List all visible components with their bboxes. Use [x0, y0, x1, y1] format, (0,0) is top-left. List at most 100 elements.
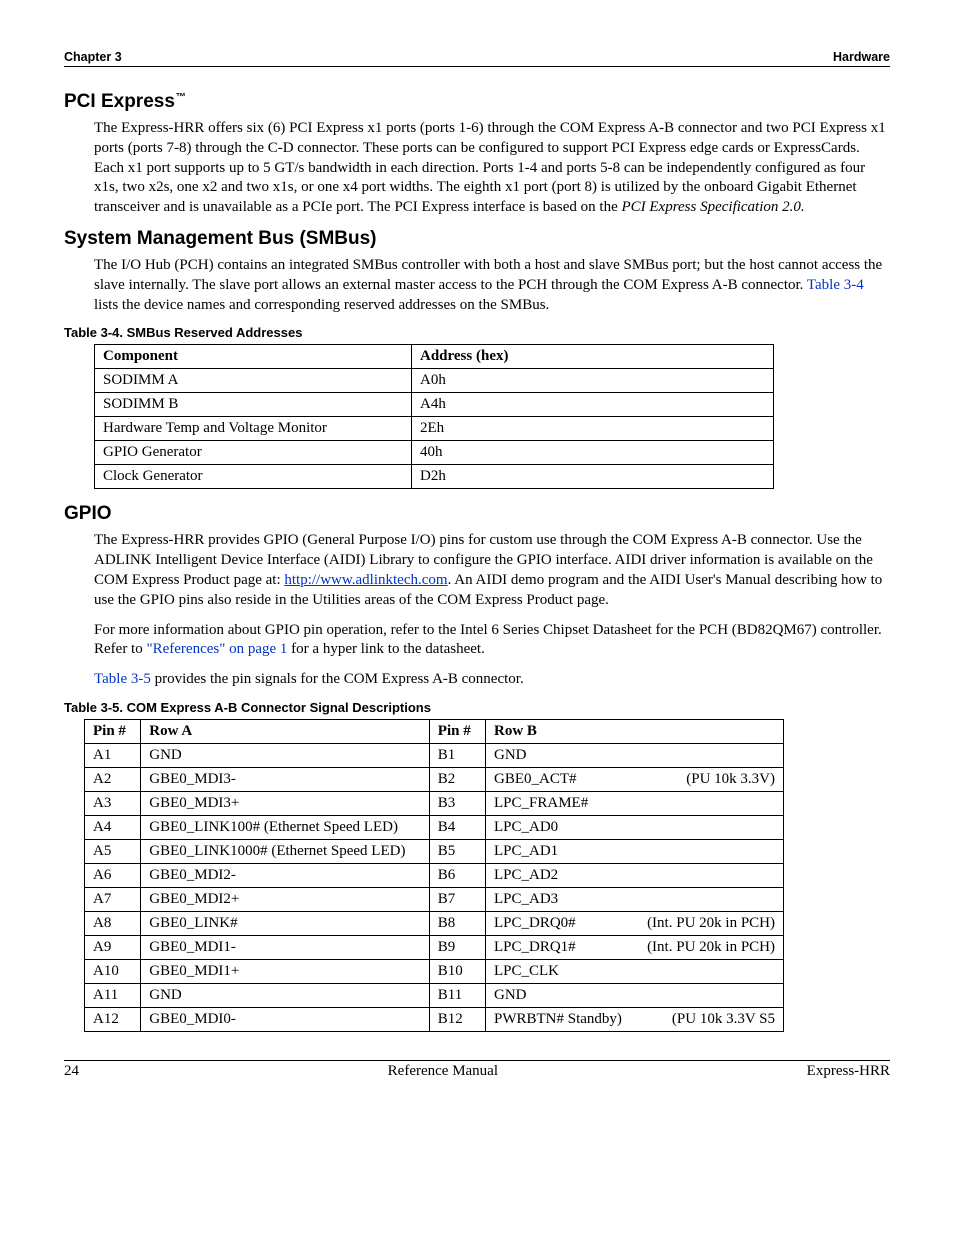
references-link[interactable]: "References" on page 1	[146, 641, 287, 657]
spec-name: PCI Express Specification 2.0.	[621, 199, 804, 215]
row-a-cell: GBE0_MDI0-	[141, 1007, 430, 1031]
table-cell: Clock Generator	[95, 465, 412, 489]
table-cell: 2Eh	[412, 417, 774, 441]
row-b-cell: LPC_AD2	[486, 863, 784, 887]
row-b-cell: LPC_CLK	[486, 959, 784, 983]
table-3-4-link[interactable]: Table 3-4	[807, 277, 864, 293]
paragraph-gpio-1: The Express-HRR provides GPIO (General P…	[94, 531, 890, 610]
table-row: A3GBE0_MDI3+B3LPC_FRAME#	[85, 791, 784, 815]
heading-smbus: System Management Bus (SMBus)	[64, 228, 890, 250]
paragraph-gpio-3: Table 3-5 provides the pin signals for t…	[94, 670, 890, 690]
table-smbus-addresses: Component Address (hex) SODIMM AA0hSODIM…	[94, 344, 774, 489]
pin-b-cell: B6	[429, 863, 485, 887]
table-row: A10GBE0_MDI1+B10LPC_CLK	[85, 959, 784, 983]
col-row-a: Row A	[141, 719, 430, 743]
table-row: GPIO Generator40h	[95, 441, 774, 465]
table-cell: GPIO Generator	[95, 441, 412, 465]
pin-b-cell: B9	[429, 935, 485, 959]
text: provides the pin signals for the COM Exp…	[151, 671, 524, 687]
page-header: Chapter 3 Hardware	[64, 50, 890, 67]
table-3-5-link[interactable]: Table 3-5	[94, 671, 151, 687]
table-cell: SODIMM A	[95, 369, 412, 393]
row-a-cell: GBE0_MDI3-	[141, 767, 430, 791]
page-number: 24	[64, 1063, 79, 1080]
signal-note: (Int. PU 20k in PCH)	[647, 915, 775, 932]
table-row: A6GBE0_MDI2-B6LPC_AD2	[85, 863, 784, 887]
heading-gpio: GPIO	[64, 503, 890, 525]
table-row: SODIMM BA4h	[95, 393, 774, 417]
row-b-cell: PWRBTN# Standby)(PU 10k 3.3V S5	[486, 1007, 784, 1031]
pin-a-cell: A6	[85, 863, 141, 887]
pin-b-cell: B7	[429, 887, 485, 911]
heading-text: PCI Express	[64, 91, 175, 112]
row-b-cell: GND	[486, 743, 784, 767]
header-section: Hardware	[833, 50, 890, 64]
paragraph-smbus: The I/O Hub (PCH) contains an integrated…	[94, 256, 890, 315]
row-a-cell: GBE0_LINK100# (Ethernet Speed LED)	[141, 815, 430, 839]
footer-title: Reference Manual	[388, 1063, 498, 1080]
row-a-cell: GBE0_LINK1000# (Ethernet Speed LED)	[141, 839, 430, 863]
footer-product: Express-HRR	[807, 1063, 890, 1080]
table-row: Hardware Temp and Voltage Monitor2Eh	[95, 417, 774, 441]
table-connector-signals: Pin # Row A Pin # Row B A1GNDB1GNDA2GBE0…	[84, 719, 784, 1032]
paragraph-gpio-2: For more information about GPIO pin oper…	[94, 621, 890, 661]
pin-b-cell: B10	[429, 959, 485, 983]
pin-a-cell: A3	[85, 791, 141, 815]
table-cell: Hardware Temp and Voltage Monitor	[95, 417, 412, 441]
pin-b-cell: B11	[429, 983, 485, 1007]
pin-a-cell: A8	[85, 911, 141, 935]
row-a-cell: GBE0_MDI1-	[141, 935, 430, 959]
table-row: A4GBE0_LINK100# (Ethernet Speed LED)B4LP…	[85, 815, 784, 839]
pin-b-cell: B5	[429, 839, 485, 863]
table-3-5-caption: Table 3-5. COM Express A-B Connector Sig…	[64, 700, 890, 715]
heading-pci-express: PCI Express™	[64, 91, 890, 113]
row-b-cell: LPC_AD3	[486, 887, 784, 911]
row-a-cell: GND	[141, 743, 430, 767]
table-header-row: Component Address (hex)	[95, 345, 774, 369]
table-cell: 40h	[412, 441, 774, 465]
table-row: A1GNDB1GND	[85, 743, 784, 767]
text: The I/O Hub (PCH) contains an integrated…	[94, 257, 882, 293]
pin-b-cell: B12	[429, 1007, 485, 1031]
pin-a-cell: A4	[85, 815, 141, 839]
row-b-cell: GBE0_ACT#(PU 10k 3.3V)	[486, 767, 784, 791]
signal-note: (Int. PU 20k in PCH)	[647, 939, 775, 956]
table-3-4-caption: Table 3-4. SMBus Reserved Addresses	[64, 325, 890, 340]
page-footer: 24 Reference Manual Express-HRR	[64, 1060, 890, 1080]
row-a-cell: GBE0_MDI2-	[141, 863, 430, 887]
pin-a-cell: A7	[85, 887, 141, 911]
table-header-row: Pin # Row A Pin # Row B	[85, 719, 784, 743]
adlink-url-link[interactable]: http://www.adlinktech.com	[284, 572, 447, 588]
table-row: A5GBE0_LINK1000# (Ethernet Speed LED)B5L…	[85, 839, 784, 863]
text: lists the device names and corresponding…	[94, 297, 549, 313]
pin-a-cell: A9	[85, 935, 141, 959]
table-row: A8GBE0_LINK#B8LPC_DRQ0#(Int. PU 20k in P…	[85, 911, 784, 935]
pin-b-cell: B8	[429, 911, 485, 935]
row-b-cell: GND	[486, 983, 784, 1007]
pin-b-cell: B4	[429, 815, 485, 839]
row-b-cell: LPC_DRQ0#(Int. PU 20k in PCH)	[486, 911, 784, 935]
text: for a hyper link to the datasheet.	[287, 641, 484, 657]
trademark-symbol: ™	[176, 92, 186, 103]
paragraph-pci-express: The Express-HRR offers six (6) PCI Expre…	[94, 119, 890, 218]
row-b-cell: LPC_DRQ1#(Int. PU 20k in PCH)	[486, 935, 784, 959]
table-row: A7GBE0_MDI2+B7LPC_AD3	[85, 887, 784, 911]
pin-a-cell: A11	[85, 983, 141, 1007]
row-b-cell: LPC_AD1	[486, 839, 784, 863]
table-row: A9GBE0_MDI1-B9LPC_DRQ1#(Int. PU 20k in P…	[85, 935, 784, 959]
pin-a-cell: A12	[85, 1007, 141, 1031]
signal-note: (PU 10k 3.3V)	[686, 771, 775, 788]
col-component: Component	[95, 345, 412, 369]
table-row: Clock GeneratorD2h	[95, 465, 774, 489]
table-row: A2GBE0_MDI3-B2GBE0_ACT#(PU 10k 3.3V)	[85, 767, 784, 791]
row-a-cell: GBE0_MDI3+	[141, 791, 430, 815]
table-cell: A0h	[412, 369, 774, 393]
row-a-cell: GBE0_LINK#	[141, 911, 430, 935]
table-row: A11GNDB11GND	[85, 983, 784, 1007]
col-row-b: Row B	[486, 719, 784, 743]
col-pin-a: Pin #	[85, 719, 141, 743]
pin-a-cell: A5	[85, 839, 141, 863]
row-a-cell: GBE0_MDI1+	[141, 959, 430, 983]
table-row: A12GBE0_MDI0-B12PWRBTN# Standby)(PU 10k …	[85, 1007, 784, 1031]
signal-name: PWRBTN# Standby)	[494, 1011, 622, 1028]
